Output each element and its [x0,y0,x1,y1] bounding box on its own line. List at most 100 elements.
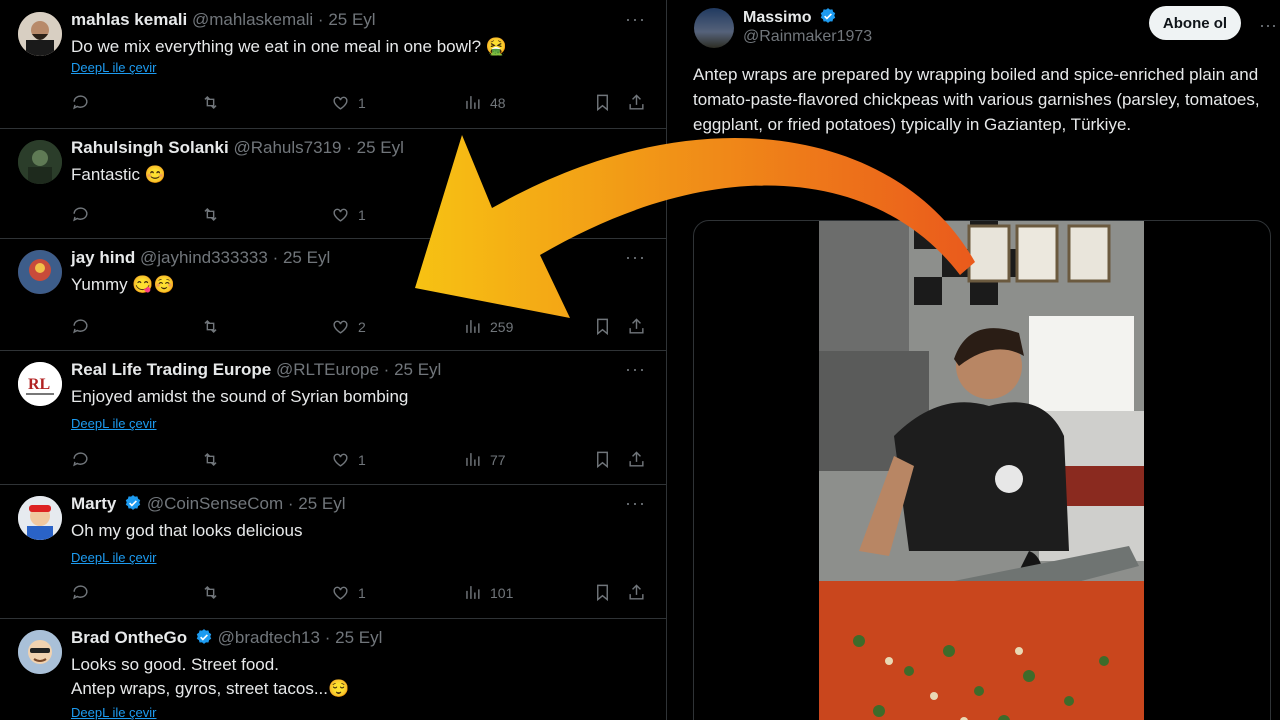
reply-text: Do we mix everything we eat in one meal … [71,35,507,59]
translate-link[interactable]: DeepL ile çevir [71,550,157,565]
author-handle[interactable]: @mahlaskemali [192,10,313,29]
repost-button[interactable] [201,583,220,602]
author-name[interactable]: mahlas kemali [71,10,187,29]
bookmark-button[interactable] [593,317,612,336]
separator-dot: · [317,10,324,29]
author-name[interactable]: Marty [71,494,116,513]
author-handle[interactable]: @RLTEurope [276,360,379,379]
bookmark-button[interactable] [593,93,612,112]
share-button[interactable] [627,93,646,112]
like-button[interactable]: 1 [331,583,366,602]
reply-item[interactable]: mahlas kemali @mahlaskemali · 25 Eyl ···… [0,0,666,129]
author-handle[interactable]: @jayhind333333 [140,248,268,267]
post-date[interactable]: 25 Eyl [335,628,382,647]
avatar[interactable] [18,496,62,540]
avatar[interactable] [18,250,62,294]
view-count: 77 [490,451,506,468]
author-handle[interactable]: @bradtech13 [218,628,320,647]
share-icon [629,318,644,334]
more-icon[interactable]: ··· [625,248,646,266]
reply-icon [73,585,88,600]
repost-button[interactable] [201,450,220,469]
avatar[interactable] [18,630,62,674]
reply-button[interactable] [71,583,90,602]
reply-item[interactable]: Marty @CoinSenseCom · 25 Eyl ··· Oh my g… [0,484,666,619]
more-icon[interactable]: ··· [625,10,646,28]
author-name[interactable]: jay hind [71,248,135,267]
reply-item[interactable]: RL Real Life Trading Europe @RLTEurope ·… [0,350,666,485]
reply-item[interactable]: Brad OntheGo @bradtech13 · 25 Eyl Looks … [0,618,666,720]
like-icon [333,320,348,334]
post-author-name[interactable]: Massimo [743,7,837,27]
like-button[interactable]: 1 [331,450,366,469]
post-date[interactable]: 25 Eyl [328,10,375,29]
translate-link[interactable]: DeepL ile çevir [71,60,157,75]
post-date[interactable]: 25 Eyl [357,138,404,157]
avatar[interactable] [18,140,62,184]
like-count: 1 [358,94,366,111]
bookmark-button[interactable] [593,583,612,602]
author-name[interactable]: Real Life Trading Europe [71,360,271,379]
like-count: 1 [358,584,366,601]
post-date[interactable]: 25 Eyl [394,360,441,379]
views-button[interactable]: 259 [463,317,513,336]
like-button[interactable]: 1 [331,93,366,112]
separator-dot: · [324,628,331,647]
reply-button[interactable] [71,205,90,224]
author-handle[interactable]: @CoinSenseCom [147,494,283,513]
reply-text-line: Oh my god that looks delicious [71,521,303,540]
repost-button[interactable] [201,93,220,112]
translate-link[interactable]: DeepL ile çevir [71,705,157,720]
post-video[interactable] [693,220,1271,720]
more-icon[interactable]: ··· [625,494,646,512]
author-handle[interactable]: @Rahuls7319 [233,138,341,157]
view-count: 101 [490,584,514,601]
separator-dot: · [272,248,279,267]
post-date[interactable]: 25 Eyl [283,248,330,267]
views-button[interactable]: 77 [463,450,506,469]
share-icon [629,584,644,600]
like-button[interactable]: 2 [331,317,366,336]
avatar[interactable] [18,12,62,56]
reply-text-line: Antep wraps, gyros, street tacos...😌 [71,679,350,698]
views-button[interactable]: 101 [463,583,513,602]
reply-button[interactable] [71,450,90,469]
bookmark-button[interactable] [593,450,612,469]
author-name[interactable]: Rahulsingh Solanki [71,138,229,157]
reply-item[interactable]: Rahulsingh Solanki @Rahuls7319 · 25 Eyl … [0,128,666,239]
reply-item[interactable]: jay hind @jayhind333333 · 25 Eyl ··· Yum… [0,238,666,351]
more-icon[interactable]: ··· [625,360,646,378]
post-video-credit[interactable]: [ 📹 lezzorakcii ] [693,162,817,182]
share-button[interactable] [627,317,646,336]
views-button[interactable]: 48 [463,93,506,112]
like-count: 2 [358,318,366,335]
share-button[interactable] [627,450,646,469]
share-icon [629,451,644,467]
follow-button[interactable]: Abone ol [1149,6,1241,40]
post-author-handle[interactable]: @Rainmaker1973 [743,28,872,46]
post-author-name-text: Massimo [743,9,812,26]
replies-pane: mahlas kemali @mahlaskemali · 25 Eyl ···… [0,0,667,720]
reply-button[interactable] [71,317,90,336]
post-avatar[interactable] [694,8,734,48]
separator-dot: · [383,360,390,379]
repost-button[interactable] [201,317,220,336]
post-date[interactable]: 25 Eyl [298,494,345,513]
avatar[interactable]: RL [18,362,62,406]
repost-button[interactable] [201,205,220,224]
video-frame[interactable] [819,221,1144,720]
bookmark-icon [597,451,608,469]
action-bar: 1 [71,205,651,225]
reply-button[interactable] [71,93,98,112]
translate-link[interactable]: DeepL ile çevir [71,416,157,431]
author-name[interactable]: Brad OntheGo [71,628,187,647]
share-icon [629,94,644,110]
reply-text: Fantastic 😊 [71,163,166,187]
more-icon[interactable]: ··· [1259,16,1277,34]
action-bar: 1 48 [71,93,651,113]
like-button[interactable]: 1 [331,205,366,224]
reply-header: Marty @CoinSenseCom · 25 Eyl [71,494,346,514]
svg-text:RL: RL [28,376,50,393]
share-button[interactable] [627,583,646,602]
views-icon [466,320,480,333]
